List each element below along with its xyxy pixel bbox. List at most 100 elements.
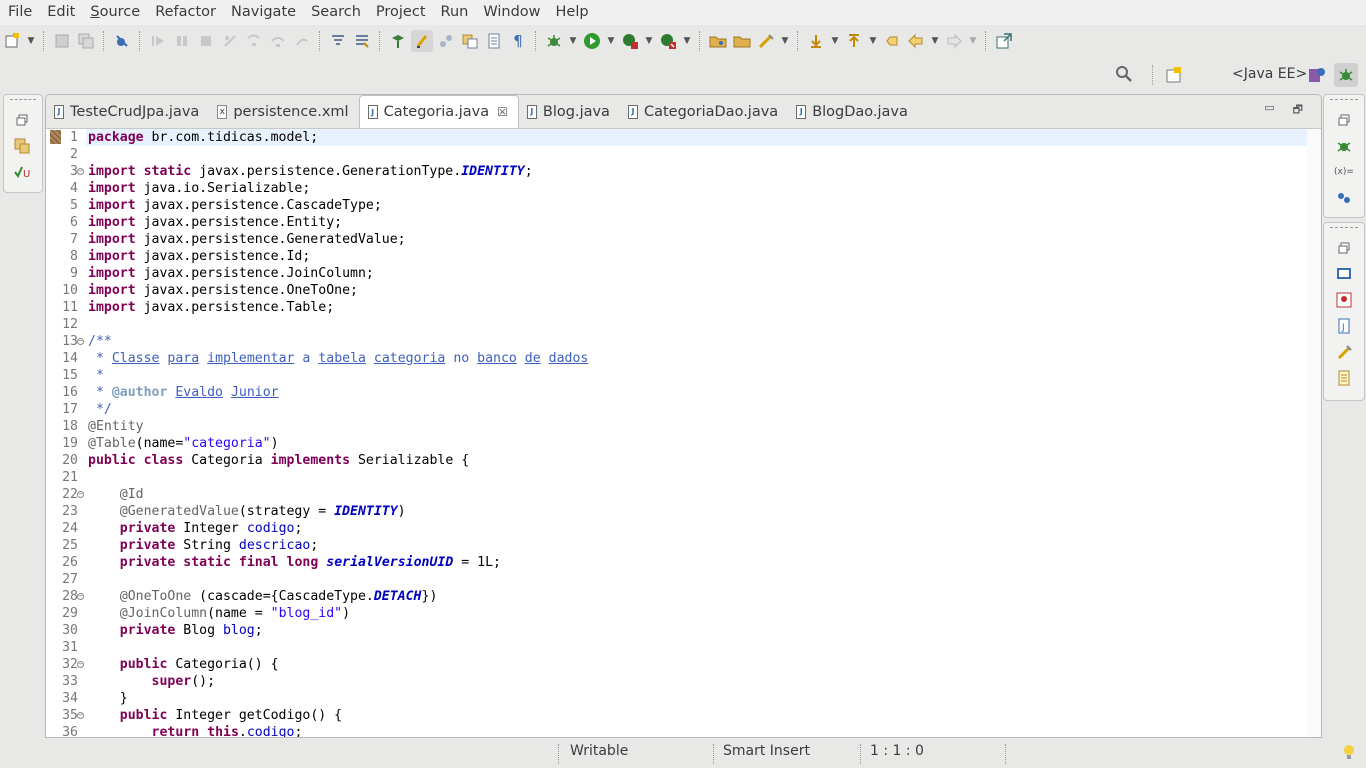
editor-tab[interactable]: J Categoria.java ☒	[358, 95, 519, 128]
editor-tab[interactable]: J Blog.java	[519, 95, 620, 128]
resume-icon[interactable]	[147, 30, 169, 52]
servers-icon[interactable]	[1330, 288, 1358, 312]
line-number: 33	[62, 674, 78, 689]
previous-annotation-icon[interactable]	[843, 30, 865, 52]
editor-tab[interactable]: J BlogDao.java	[788, 95, 918, 128]
menu-refactor[interactable]: Refactor	[147, 0, 223, 25]
restore-icon[interactable]	[1330, 108, 1358, 132]
minimize-icon[interactable]: ▭	[1264, 101, 1274, 120]
editor-tab-controls: ▭ 🗗	[1264, 101, 1303, 120]
menu-project[interactable]: Project	[368, 0, 433, 25]
code-line: 28− @OneToOne (cascade={CascadeType.DETA…	[46, 588, 1307, 605]
java-ee-perspective-icon[interactable]	[1308, 66, 1326, 84]
lightbulb-icon[interactable]	[1343, 744, 1355, 760]
menu-window[interactable]: Window	[475, 0, 547, 25]
debug-icon[interactable]	[543, 30, 565, 52]
debug-view-icon[interactable]	[1330, 134, 1358, 158]
perspective-java-ee[interactable]: <Java EE>	[1232, 66, 1307, 82]
trim-grip[interactable]	[1330, 227, 1358, 234]
editor-tab[interactable]: J CategoriaDao.java	[620, 95, 788, 128]
coverage-dropdown-icon[interactable]: ▼	[643, 30, 655, 52]
variables-icon[interactable]: (x)=	[1330, 160, 1358, 184]
editor-tab[interactable]: J TesteCrudJpa.java	[46, 95, 209, 128]
search-icon[interactable]	[1115, 65, 1133, 83]
javadoc-icon[interactable]: J	[1330, 314, 1358, 338]
forward-dropdown-icon[interactable]: ▼	[967, 30, 979, 52]
fold-toggle-icon[interactable]: −	[77, 491, 84, 498]
step-over-icon[interactable]	[267, 30, 289, 52]
menu-navigate[interactable]: Navigate	[223, 0, 303, 25]
line-number: 1	[70, 130, 78, 145]
show-whitespace-icon[interactable]: ¶	[507, 30, 529, 52]
save-icon[interactable]	[51, 30, 73, 52]
terminate-icon[interactable]	[195, 30, 217, 52]
highlight-icon[interactable]	[411, 30, 433, 52]
suspend-icon[interactable]	[171, 30, 193, 52]
menu-source[interactable]: Source	[82, 0, 147, 25]
run-dropdown-icon[interactable]: ▼	[605, 30, 617, 52]
menu-edit[interactable]: Edit	[39, 0, 82, 25]
debug-dropdown-icon[interactable]: ▼	[567, 30, 579, 52]
toggle-breadcrumb-icon[interactable]	[435, 30, 457, 52]
outline-icon[interactable]	[1330, 366, 1358, 390]
fold-toggle-icon[interactable]: −	[77, 712, 84, 719]
back-icon[interactable]	[905, 30, 927, 52]
fold-toggle-icon[interactable]: −	[77, 593, 84, 600]
vertical-scrollbar[interactable]	[1307, 129, 1321, 737]
menu-help[interactable]: Help	[548, 0, 596, 25]
code-line: 24 private Integer codigo;	[46, 520, 1307, 537]
close-icon[interactable]: ☒	[497, 105, 508, 119]
toggle-mark-occurrences-icon[interactable]	[351, 30, 373, 52]
search-tools-icon[interactable]	[755, 30, 777, 52]
disconnect-icon[interactable]	[219, 30, 241, 52]
tasks-icon[interactable]	[1330, 340, 1358, 364]
junit-icon[interactable]: U	[8, 160, 36, 184]
line-number: 23	[62, 504, 78, 519]
run-icon[interactable]	[581, 30, 603, 52]
menu-search[interactable]: Search	[303, 0, 368, 25]
step-into-icon[interactable]	[243, 30, 265, 52]
open-perspective-icon[interactable]	[993, 30, 1015, 52]
skip-breakpoints-icon[interactable]	[111, 30, 133, 52]
trim-grip[interactable]	[10, 99, 36, 106]
forward-icon[interactable]	[943, 30, 965, 52]
search-dropdown-icon[interactable]: ▼	[779, 30, 791, 52]
code-line: 34 }	[46, 690, 1307, 707]
open-perspective-icon[interactable]	[1165, 66, 1183, 84]
previous-annotation-dropdown-icon[interactable]: ▼	[867, 30, 879, 52]
external-tools-icon[interactable]	[657, 30, 679, 52]
open-folder-icon[interactable]	[707, 30, 729, 52]
restore-icon[interactable]	[8, 108, 36, 132]
open-task-icon[interactable]	[731, 30, 753, 52]
package-explorer-icon[interactable]	[8, 134, 36, 158]
fold-toggle-icon[interactable]: −	[77, 338, 84, 345]
code-editor[interactable]: 1 package br.com.tidicas.model; 2 3− import …	[46, 129, 1307, 737]
coverage-icon[interactable]	[619, 30, 641, 52]
debug-perspective-icon[interactable]	[1334, 63, 1358, 87]
use-step-filters-icon[interactable]	[327, 30, 349, 52]
step-return-icon[interactable]	[291, 30, 313, 52]
editor-tab[interactable]: x persistence.xml	[209, 95, 358, 128]
back-dropdown-icon[interactable]: ▼	[929, 30, 941, 52]
open-type-icon[interactable]	[459, 30, 481, 52]
restore-icon[interactable]	[1330, 236, 1358, 260]
trim-grip[interactable]	[1330, 99, 1358, 106]
new-wizard-icon[interactable]	[1, 30, 23, 52]
open-resource-icon[interactable]	[483, 30, 505, 52]
line-number: 36	[62, 725, 78, 738]
new-java-package-icon[interactable]	[387, 30, 409, 52]
fold-toggle-icon[interactable]: −	[77, 661, 84, 668]
save-all-icon[interactable]	[75, 30, 97, 52]
next-annotation-dropdown-icon[interactable]: ▼	[829, 30, 841, 52]
menu-file[interactable]: File	[0, 0, 39, 25]
new-dropdown-icon[interactable]: ▼	[25, 30, 37, 52]
last-edit-icon[interactable]	[881, 30, 903, 52]
menu-run[interactable]: Run	[433, 0, 476, 25]
code-line: 4 import java.io.Serializable;	[46, 180, 1307, 197]
external-tools-dropdown-icon[interactable]: ▼	[681, 30, 693, 52]
breakpoints-icon[interactable]	[1330, 186, 1358, 210]
next-annotation-icon[interactable]	[805, 30, 827, 52]
fold-toggle-icon[interactable]: −	[77, 168, 84, 175]
console-icon[interactable]	[1330, 262, 1358, 286]
maximize-icon[interactable]: 🗗	[1293, 101, 1303, 120]
